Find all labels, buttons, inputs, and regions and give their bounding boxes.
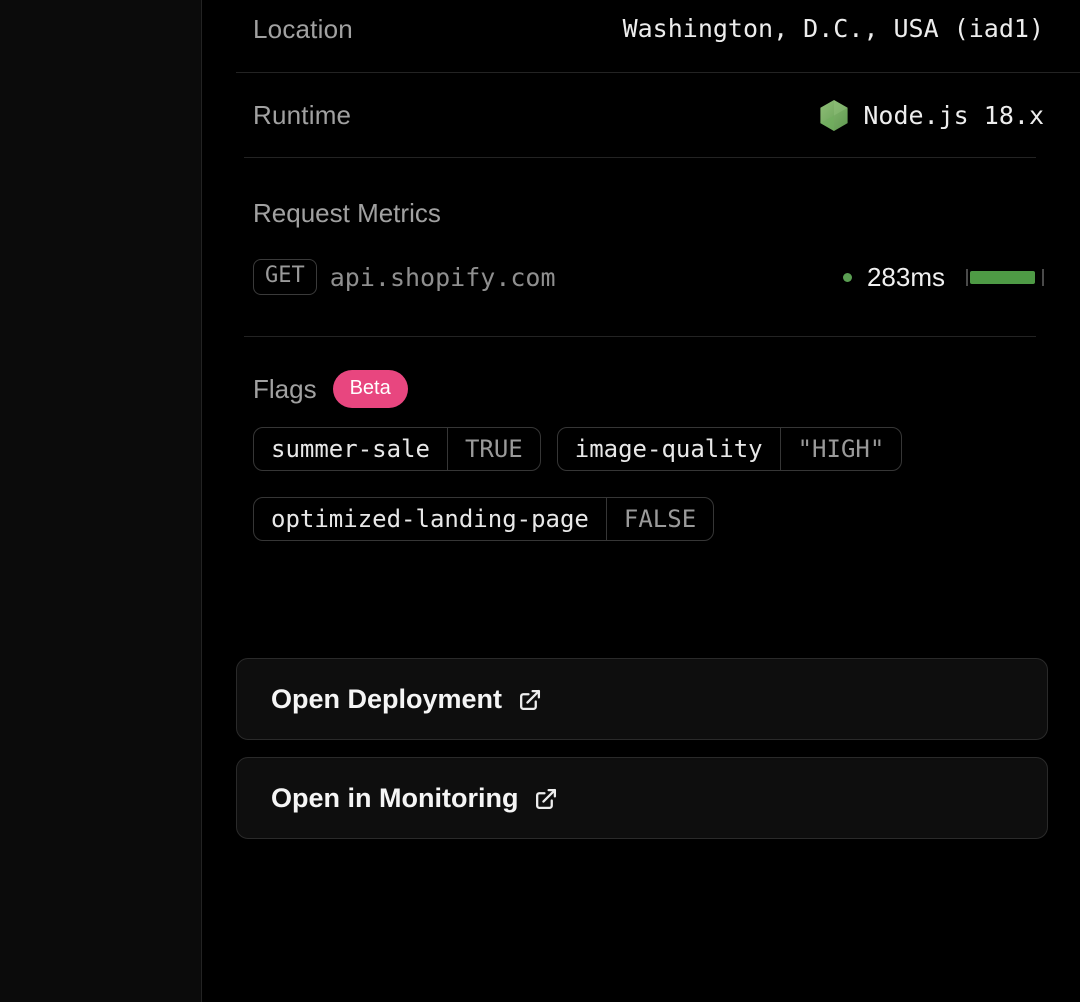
request-latency-group: 283ms [843,262,1044,293]
divider [244,157,1036,158]
location-label: Location [253,14,353,45]
latency-value: 283ms [867,262,945,293]
flag-value: TRUE [447,428,540,470]
flags-header: Flags Beta [253,370,1044,408]
request-url: api.shopify.com [330,263,556,292]
request-endpoint: GET api.shopify.com [253,259,556,295]
action-buttons: Open Deployment Open in Monitoring [236,658,1048,839]
latency-bar [966,269,1044,286]
deployment-details-panel: Location Washington, D.C., USA (iad1) Ru… [203,0,1080,1002]
runtime-version: Node.js 18.x [863,101,1044,130]
http-method-badge: GET [253,259,317,295]
flag-name: image-quality [558,428,780,470]
external-link-icon [517,688,542,713]
nodejs-icon [819,99,849,131]
location-value: Washington, D.C., USA (iad1) [623,14,1044,43]
left-rail [0,0,202,1002]
latency-bar-fill [970,271,1035,284]
flags-section: Flags Beta summer-sale TRUE image-qualit… [253,370,1044,541]
beta-badge: Beta [333,370,408,408]
flag-chip-summer-sale[interactable]: summer-sale TRUE [253,427,541,471]
flag-chip-optimized-landing-page[interactable]: optimized-landing-page FALSE [253,497,714,541]
flag-name: summer-sale [254,428,447,470]
flags-title: Flags [253,374,317,405]
open-in-monitoring-button[interactable]: Open in Monitoring [236,757,1048,839]
location-row: Location Washington, D.C., USA (iad1) [253,0,1044,45]
request-metrics-section: Request Metrics GET api.shopify.com 283m… [253,198,1044,299]
flag-chip-image-quality[interactable]: image-quality "HIGH" [557,427,903,471]
open-deployment-button[interactable]: Open Deployment [236,658,1048,740]
external-link-icon [533,787,558,812]
flag-value: FALSE [606,498,713,540]
status-dot [843,273,852,282]
open-in-monitoring-label: Open in Monitoring [271,783,518,814]
open-deployment-label: Open Deployment [271,684,502,715]
flag-name: optimized-landing-page [254,498,606,540]
flag-chips: summer-sale TRUE image-quality "HIGH" op… [253,427,913,541]
runtime-label: Runtime [253,100,351,131]
divider [244,336,1036,337]
flag-value: "HIGH" [780,428,902,470]
request-metrics-title: Request Metrics [253,198,1044,229]
runtime-row: Runtime Node.js 18.x [253,73,1044,157]
runtime-value: Node.js 18.x [819,99,1044,131]
request-row: GET api.shopify.com 283ms [253,255,1044,299]
